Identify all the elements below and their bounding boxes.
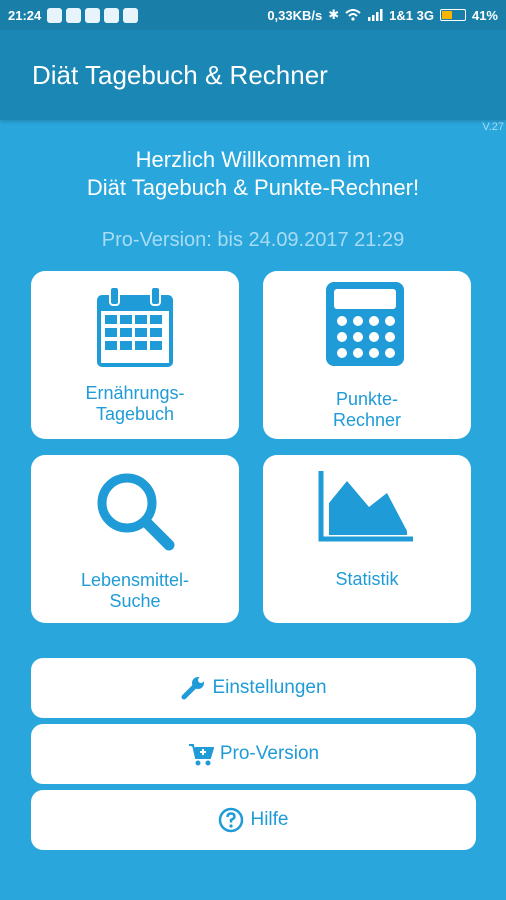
settings-button-label: Einstellungen <box>212 677 327 698</box>
diary-tile-label: Ernährungs- Tagebuch <box>85 383 185 424</box>
notification-app-icon <box>123 7 139 23</box>
search-icon <box>97 473 175 551</box>
help-icon <box>219 807 244 833</box>
status-time: 21:24 <box>8 7 42 23</box>
chart-icon <box>318 471 413 542</box>
battery-percent: 41% <box>471 7 498 23</box>
statistics-tile[interactable]: Statistik <box>263 455 471 623</box>
status-bar: 21:24 0,33KB/s ✱ 1&1 3G 41% <box>0 0 506 30</box>
statistics-tile-label: Statistik <box>335 569 399 589</box>
pro-version-button[interactable]: Pro-Version <box>31 724 476 784</box>
pro-status-text: Pro-Version: bis 24.09.2017 21:29 <box>101 229 405 251</box>
help-button[interactable]: Hilfe <box>31 790 476 850</box>
pro-version-button-label: Pro-Version <box>219 743 320 764</box>
welcome-line-1: Herzlich Willkommen im <box>135 147 371 172</box>
notification-app-icon <box>47 7 63 23</box>
signal-icon <box>368 9 383 21</box>
app-title: Diät Tagebuch & Rechner <box>32 59 328 90</box>
cart-icon <box>188 744 214 766</box>
points-calculator-tile[interactable]: Punkte- Rechner <box>263 271 471 439</box>
version-label: V.27 <box>482 121 504 133</box>
wifi-icon <box>345 9 361 21</box>
food-search-tile[interactable]: Lebensmittel- Suche <box>31 455 239 623</box>
notification-app-icon <box>104 7 120 23</box>
welcome-text: Herzlich Willkommen im Diät Tagebuch & P… <box>0 146 506 202</box>
notification-app-icon <box>66 7 82 23</box>
carrier-label: 1&1 3G <box>389 7 434 23</box>
calculator-icon <box>326 282 404 366</box>
settings-button[interactable]: Einstellungen <box>31 658 476 718</box>
calendar-icon <box>97 286 173 367</box>
network-speed: 0,33KB/s <box>267 7 323 23</box>
points-calculator-tile-label: Punkte- Rechner <box>332 389 402 430</box>
wrench-icon <box>181 677 205 700</box>
help-button-label: Hilfe <box>250 809 289 830</box>
diary-tile[interactable]: Ernährungs- Tagebuch <box>31 271 239 439</box>
food-search-tile-label: Lebensmittel- Suche <box>80 570 190 611</box>
welcome-line-2: Diät Tagebuch & Punkte-Rechner! <box>86 175 420 200</box>
notification-app-icon <box>85 7 101 23</box>
app-bar: Diät Tagebuch & Rechner <box>0 30 506 120</box>
bluetooth-icon: ✱ <box>328 7 340 22</box>
battery-icon <box>439 9 466 21</box>
